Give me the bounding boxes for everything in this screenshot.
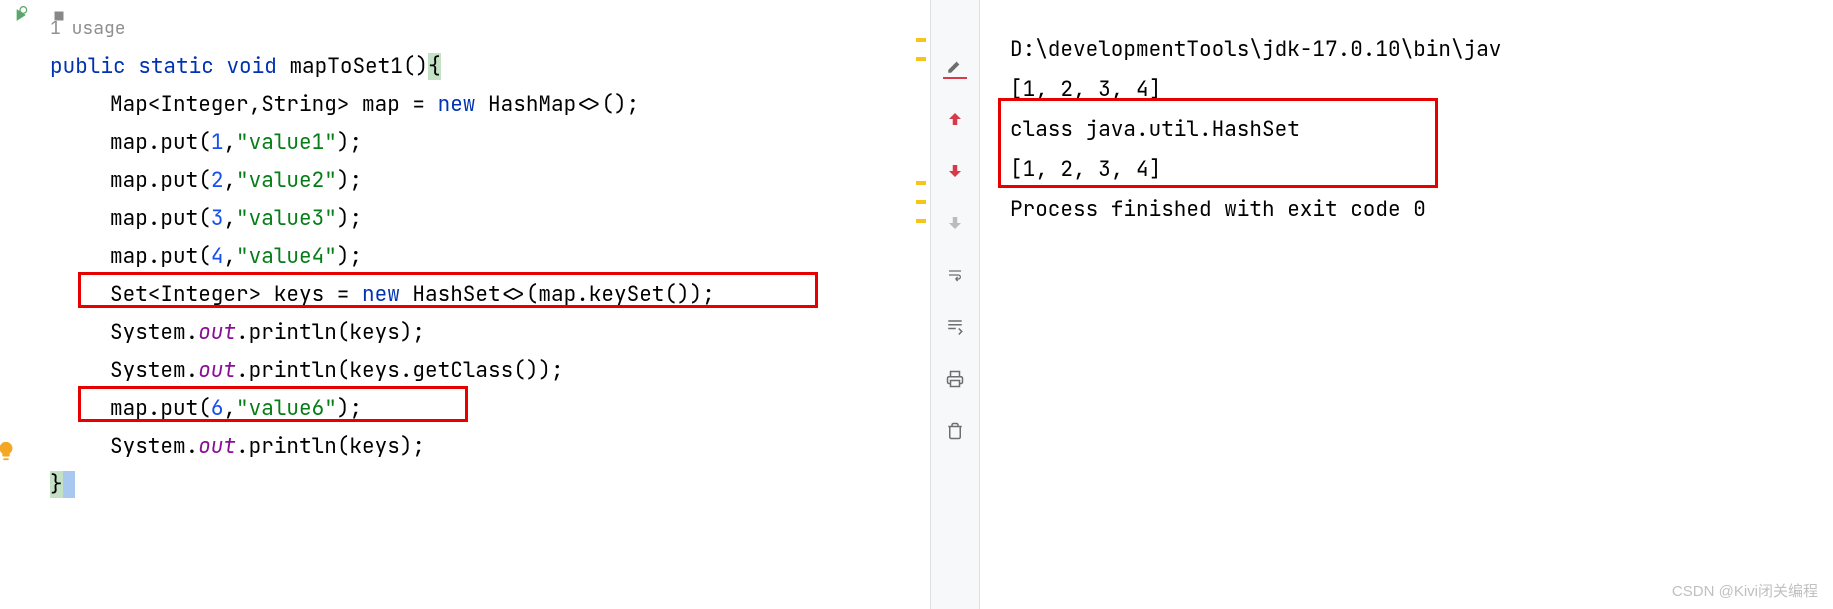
code-line[interactable]: } [20,466,930,504]
trash-icon[interactable] [943,419,967,443]
cursor [63,471,76,498]
code-line[interactable]: map.put(1,"value1"); [20,124,930,162]
console-output[interactable]: D:\developmentTools\jdk-17.0.10\bin\jav … [980,0,1833,609]
code-line[interactable]: Map<Integer,String> map = new HashMap<>(… [20,86,930,124]
output-line: Process finished with exit code 0 [1010,190,1813,230]
code-line[interactable]: Set<Integer> keys = new HashSet<>(map.ke… [20,276,930,314]
output-line: D:\developmentTools\jdk-17.0.10\bin\jav [1010,30,1813,70]
soft-wrap-icon[interactable] [943,263,967,287]
watermark: CSDN @Kivi闭关编程 [1672,580,1818,601]
usage-hint: 1 usage [20,10,930,48]
code-line[interactable]: System.out.println(keys); [20,314,930,352]
intention-bulb-icon[interactable] [0,440,17,469]
output-toolbar [930,0,980,609]
edit-icon[interactable] [943,55,967,79]
code-line[interactable]: map.put(3,"value3"); [20,200,930,238]
code-line[interactable]: map.put(6,"value6"); [20,390,930,428]
arrow-down-icon[interactable] [943,159,967,183]
editor-gutter [916,0,930,609]
scroll-to-end-icon[interactable] [943,315,967,339]
arrow-down-grey-icon[interactable] [943,211,967,235]
print-icon[interactable] [943,367,967,391]
code-editor[interactable]: 1 usage public static void mapToSet1(){ … [0,0,930,609]
highlight-box-output [998,98,1438,188]
rerun-icon[interactable] [10,5,30,32]
code-line[interactable]: System.out.println(keys.getClass()); [20,352,930,390]
code-line[interactable]: public static void mapToSet1(){ [20,48,930,86]
arrow-up-icon[interactable] [943,107,967,131]
stop-icon[interactable] [50,5,68,32]
code-line[interactable]: map.put(2,"value2"); [20,162,930,200]
code-line[interactable]: System.out.println(keys); [20,428,930,466]
code-line[interactable]: map.put(4,"value4"); [20,238,930,276]
